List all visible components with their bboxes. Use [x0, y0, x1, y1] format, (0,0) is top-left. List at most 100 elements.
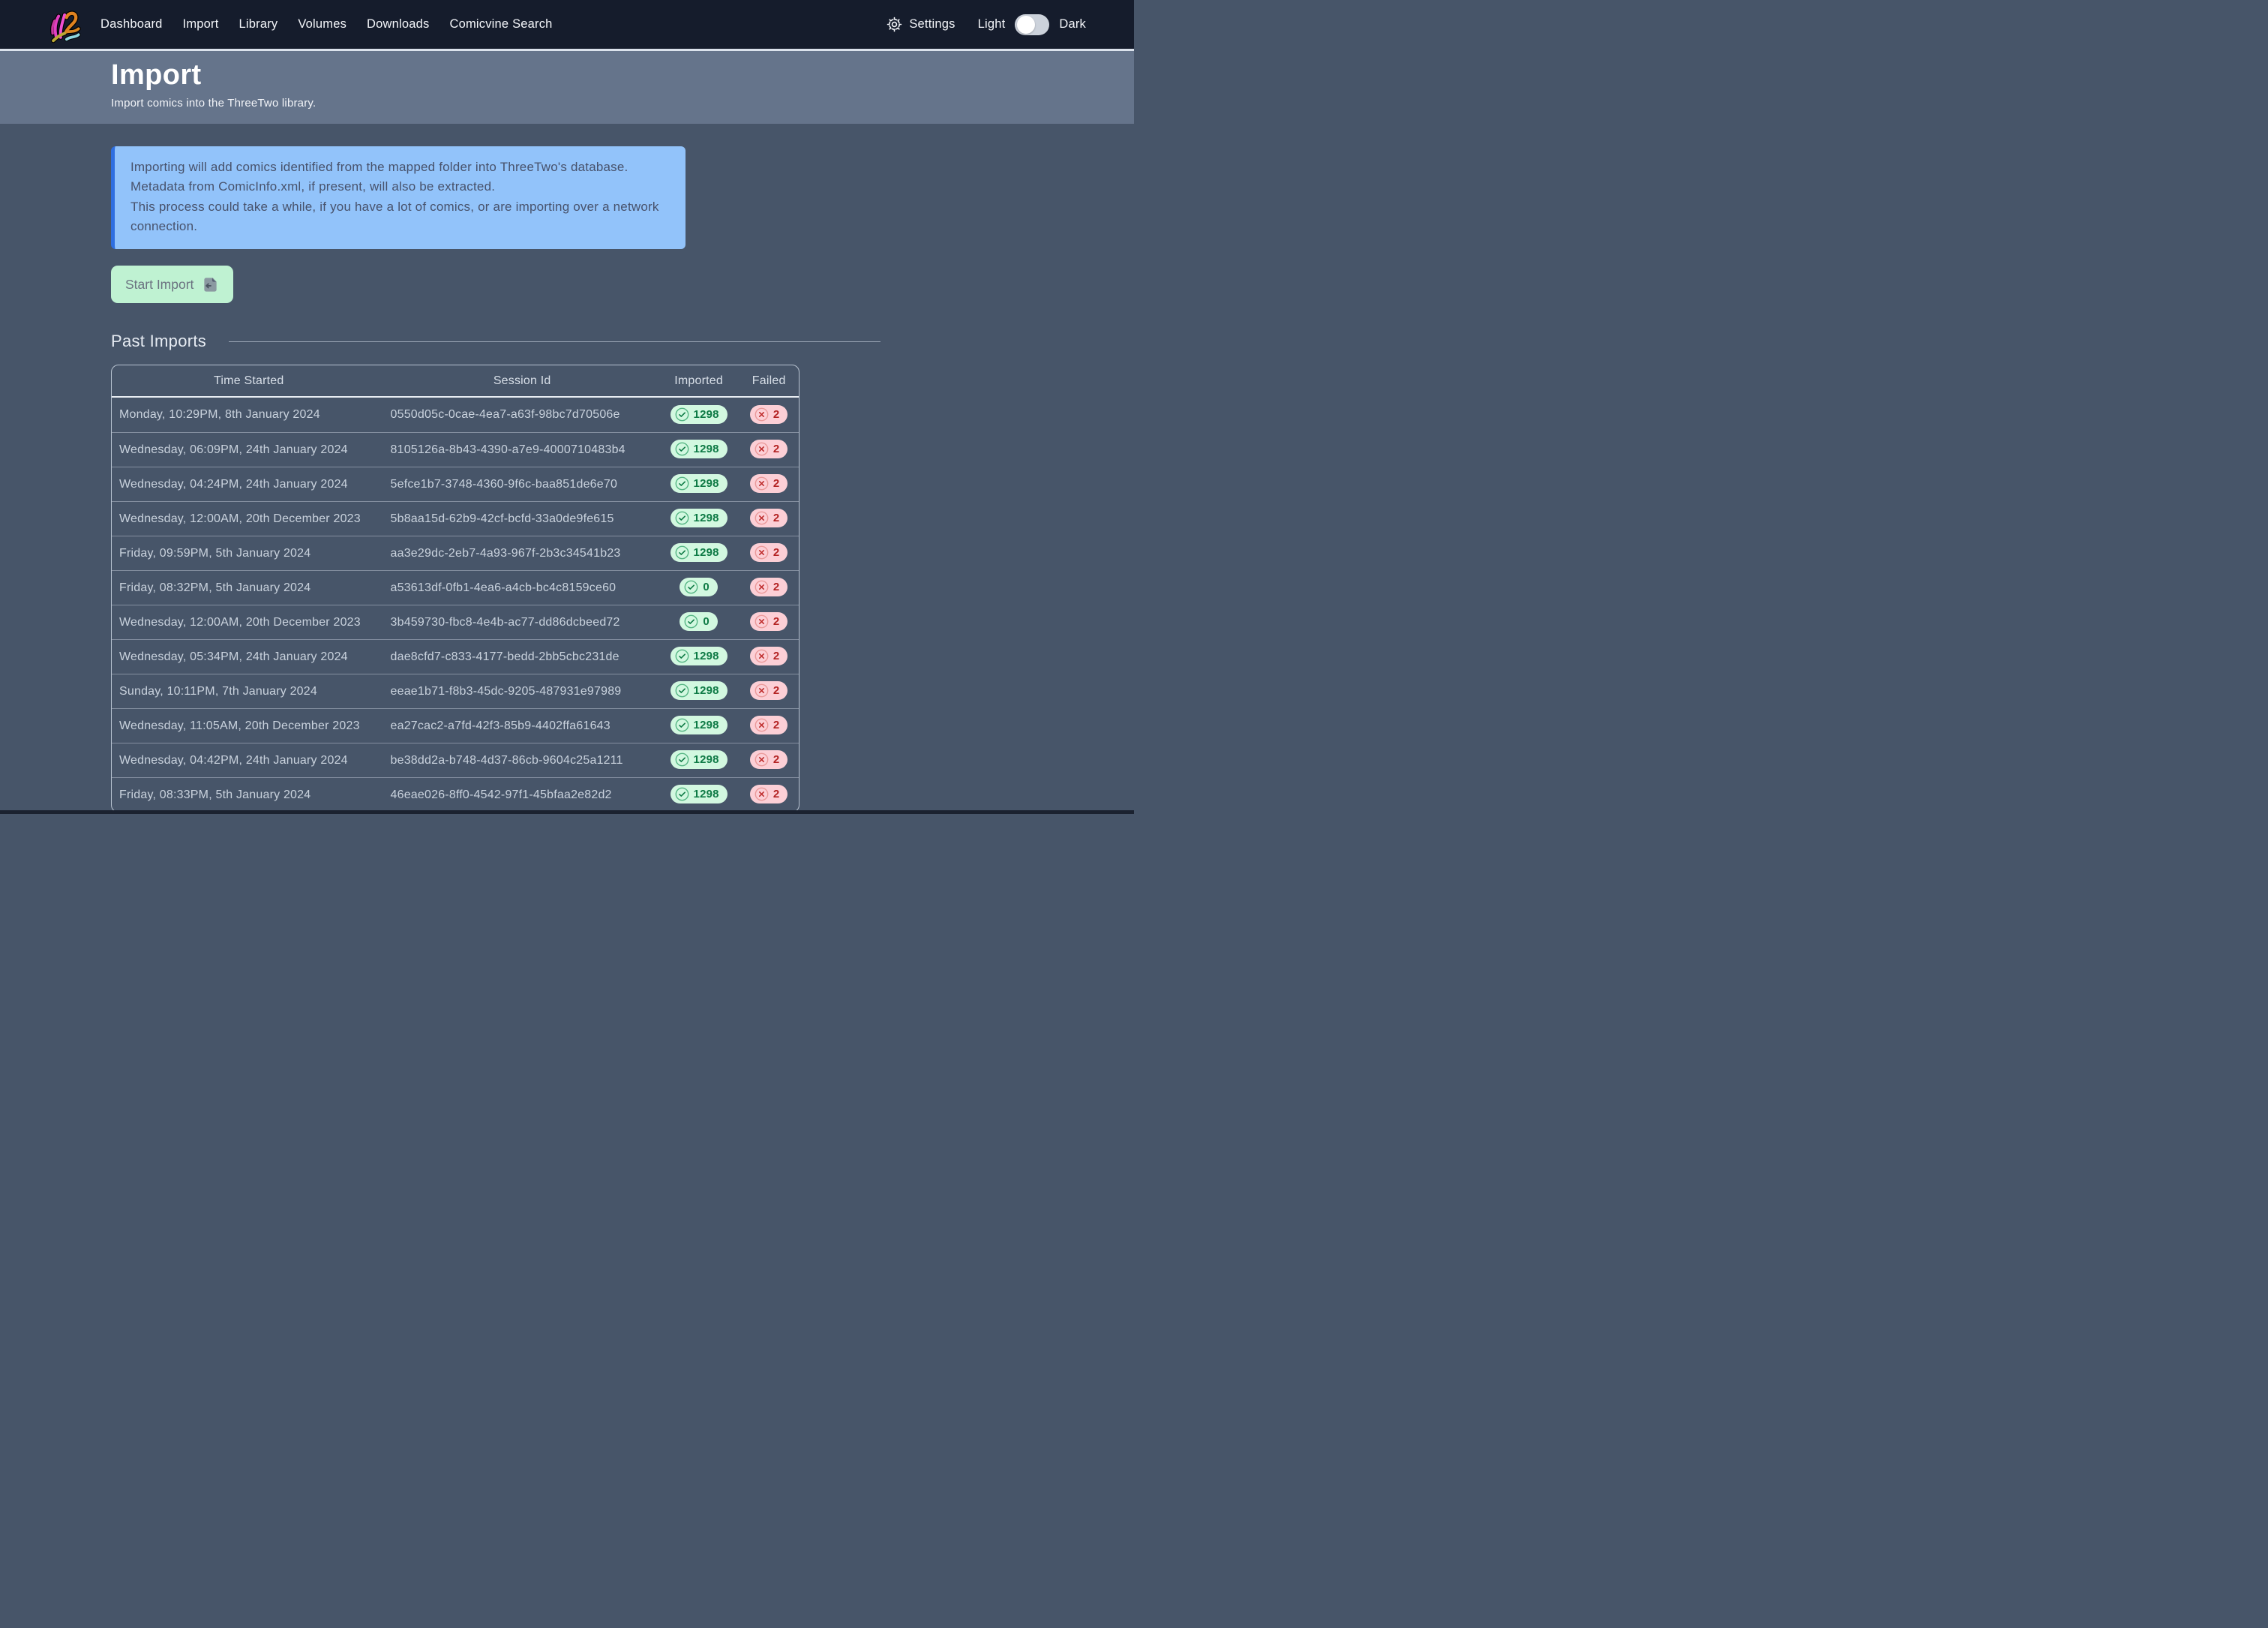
- cell-session-id: 3b459730-fbc8-4e4b-ac77-dd86dcbeed72: [386, 605, 658, 639]
- cell-time-started: Friday, 09:59PM, 5th January 2024: [112, 536, 386, 570]
- cell-session-id: 5b8aa15d-62b9-42cf-bcfd-33a0de9fe615: [386, 501, 658, 536]
- cell-failed: 2: [739, 743, 799, 777]
- info-line: Metadata from ComicInfo.xml, if present,…: [130, 177, 669, 197]
- cell-imported: 1298: [658, 743, 740, 777]
- check-circle-icon: [675, 545, 689, 560]
- cell-time-started: Wednesday, 06:09PM, 24th January 2024: [112, 432, 386, 467]
- cell-time-started: Friday, 08:33PM, 5th January 2024: [112, 777, 386, 812]
- table-row: Sunday, 10:11PM, 7th January 2024 eeae1b…: [112, 674, 799, 708]
- cell-failed: 2: [739, 501, 799, 536]
- imported-count-badge: 1298: [670, 440, 728, 458]
- nav-item-downloads[interactable]: Downloads: [367, 17, 429, 31]
- cell-imported: 1298: [658, 536, 740, 570]
- x-circle-icon: [754, 442, 769, 456]
- cell-failed: 2: [739, 708, 799, 743]
- cell-time-started: Friday, 08:32PM, 5th January 2024: [112, 570, 386, 605]
- nav-item-import[interactable]: Import: [183, 17, 219, 31]
- check-circle-icon: [675, 511, 689, 525]
- x-circle-icon: [754, 545, 769, 560]
- x-circle-icon: [754, 752, 769, 767]
- cell-session-id: eeae1b71-f8b3-45dc-9205-487931e97989: [386, 674, 658, 708]
- cell-failed: 2: [739, 777, 799, 812]
- x-circle-icon: [754, 683, 769, 698]
- failed-count-badge: 2: [750, 440, 788, 458]
- footer-strip: [0, 810, 1134, 814]
- imported-count-badge: 1298: [670, 716, 728, 734]
- col-header-session-id: Session Id: [386, 365, 658, 398]
- col-header-time-started: Time Started: [112, 365, 386, 398]
- top-navbar: Dashboard Import Library Volumes Downloa…: [0, 0, 1134, 51]
- cell-time-started: Sunday, 10:11PM, 7th January 2024: [112, 674, 386, 708]
- gear-icon: [886, 17, 902, 32]
- imported-count-badge: 1298: [670, 405, 728, 424]
- failed-count-badge: 2: [750, 405, 788, 424]
- table-row: Wednesday, 06:09PM, 24th January 2024 81…: [112, 432, 799, 467]
- theme-toggle-switch[interactable]: [1015, 14, 1049, 35]
- page-subtitle: Import comics into the ThreeTwo library.: [111, 97, 1134, 110]
- x-circle-icon: [754, 511, 769, 525]
- nav-links: Dashboard Import Library Volumes Downloa…: [100, 17, 553, 32]
- table-row: Wednesday, 12:00AM, 20th December 2023 5…: [112, 501, 799, 536]
- failed-count-badge: 2: [750, 716, 788, 734]
- nav-item-volumes[interactable]: Volumes: [298, 17, 346, 31]
- cell-failed: 2: [739, 398, 799, 432]
- cell-time-started: Wednesday, 11:05AM, 20th December 2023: [112, 708, 386, 743]
- start-import-button[interactable]: Start Import: [111, 266, 233, 303]
- check-circle-icon: [675, 442, 689, 456]
- imported-count-badge: 1298: [670, 785, 728, 803]
- table-row: Wednesday, 04:42PM, 24th January 2024 be…: [112, 743, 799, 777]
- cell-time-started: Wednesday, 04:42PM, 24th January 2024: [112, 743, 386, 777]
- table-row: Friday, 08:32PM, 5th January 2024 a53613…: [112, 570, 799, 605]
- cell-imported: 1298: [658, 467, 740, 501]
- import-table-body: Monday, 10:29PM, 8th January 2024 0550d0…: [112, 398, 799, 812]
- check-circle-icon: [684, 614, 698, 629]
- navbar-right: Settings Light Dark: [886, 14, 1086, 35]
- failed-count-badge: 2: [750, 750, 788, 769]
- cell-failed: 2: [739, 570, 799, 605]
- failed-count-badge: 2: [750, 785, 788, 803]
- check-circle-icon: [675, 683, 689, 698]
- table-row: Monday, 10:29PM, 8th January 2024 0550d0…: [112, 398, 799, 432]
- cell-time-started: Wednesday, 12:00AM, 20th December 2023: [112, 605, 386, 639]
- check-circle-icon: [675, 407, 689, 422]
- main-content: Importing will add comics identified fro…: [0, 146, 1134, 812]
- cell-imported: 1298: [658, 674, 740, 708]
- imported-count-badge: 0: [680, 612, 718, 631]
- check-circle-icon: [684, 580, 698, 594]
- cell-imported: 1298: [658, 639, 740, 674]
- failed-count-badge: 2: [750, 681, 788, 700]
- cell-imported: 1298: [658, 432, 740, 467]
- cell-time-started: Wednesday, 05:34PM, 24th January 2024: [112, 639, 386, 674]
- settings-button[interactable]: Settings: [886, 17, 955, 32]
- failed-count-badge: 2: [750, 509, 788, 527]
- cell-failed: 2: [739, 605, 799, 639]
- imported-count-badge: 1298: [670, 509, 728, 527]
- info-line: Importing will add comics identified fro…: [130, 158, 669, 177]
- cell-imported: 0: [658, 570, 740, 605]
- table-row: Friday, 08:33PM, 5th January 2024 46eae0…: [112, 777, 799, 812]
- nav-item-comicvine-search[interactable]: Comicvine Search: [449, 17, 552, 31]
- table-row: Wednesday, 11:05AM, 20th December 2023 e…: [112, 708, 799, 743]
- x-circle-icon: [754, 476, 769, 491]
- page-header: Import Import comics into the ThreeTwo l…: [0, 51, 1134, 124]
- cell-session-id: ea27cac2-a7fd-42f3-85b9-4402ffa61643: [386, 708, 658, 743]
- cell-session-id: 8105126a-8b43-4390-a7e9-4000710483b4: [386, 432, 658, 467]
- nav-item-dashboard[interactable]: Dashboard: [100, 17, 163, 31]
- cell-time-started: Wednesday, 04:24PM, 24th January 2024: [112, 467, 386, 501]
- imported-count-badge: 1298: [670, 750, 728, 769]
- theme-light-label: Light: [978, 17, 1006, 32]
- cell-imported: 1298: [658, 398, 740, 432]
- failed-count-badge: 2: [750, 543, 788, 562]
- nav-item-library[interactable]: Library: [239, 17, 278, 31]
- check-circle-icon: [675, 476, 689, 491]
- check-circle-icon: [675, 718, 689, 732]
- table-row: Friday, 09:59PM, 5th January 2024 aa3e29…: [112, 536, 799, 570]
- cell-session-id: 5efce1b7-3748-4360-9f6c-baa851de6e70: [386, 467, 658, 501]
- cell-time-started: Wednesday, 12:00AM, 20th December 2023: [112, 501, 386, 536]
- cell-session-id: dae8cfd7-c833-4177-bedd-2bb5cbc231de: [386, 639, 658, 674]
- cell-session-id: 46eae026-8ff0-4542-97f1-45bfaa2e82d2: [386, 777, 658, 812]
- threetwo-logo-icon[interactable]: [48, 5, 82, 44]
- failed-count-badge: 2: [750, 612, 788, 631]
- col-header-failed: Failed: [739, 365, 799, 398]
- file-import-icon: [202, 276, 219, 293]
